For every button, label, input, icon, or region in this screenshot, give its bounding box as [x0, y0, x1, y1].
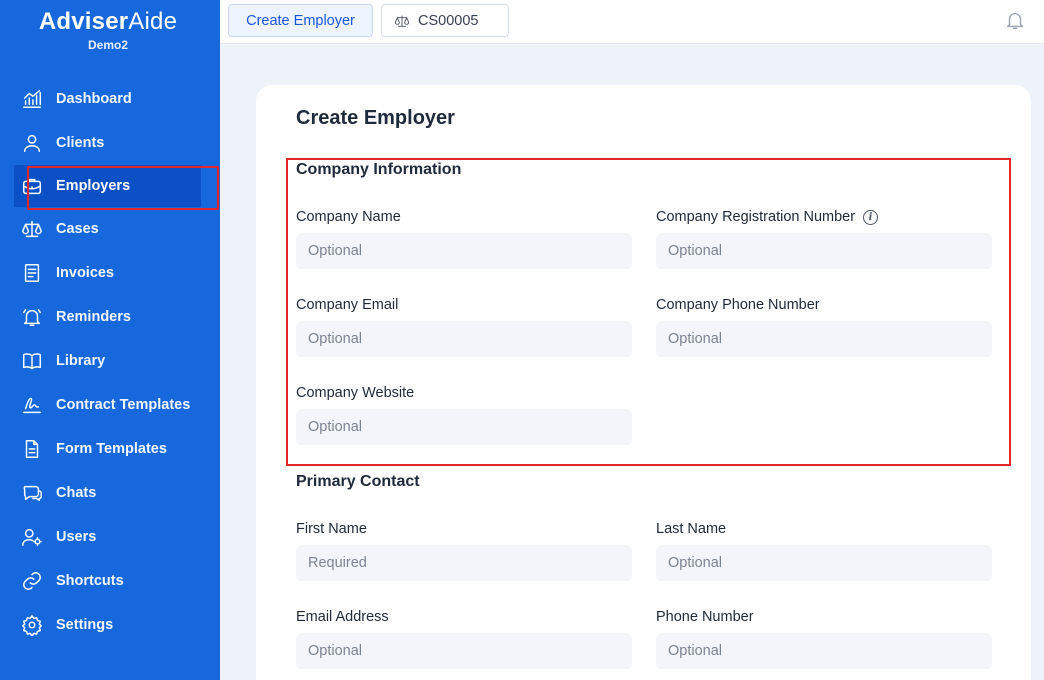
- brand-subtitle: Demo2: [87, 38, 128, 52]
- primary-contact-section-title: Primary Contact: [296, 473, 420, 490]
- phone-number-input[interactable]: [656, 633, 992, 669]
- sidebar-item-label: Shortcuts: [56, 573, 124, 589]
- sidebar-item-employers[interactable]: Employers: [14, 165, 219, 210]
- company-website-input[interactable]: [296, 409, 632, 445]
- briefcase-icon: [20, 174, 44, 198]
- sidebar-item-label: Clients: [56, 135, 105, 151]
- signature-icon: [20, 393, 44, 417]
- sidebar-item-reminders[interactable]: Reminders: [0, 295, 220, 339]
- company-email-input[interactable]: [296, 321, 632, 357]
- first-name-input[interactable]: [296, 545, 632, 581]
- company-section-title: Company Information: [296, 161, 462, 178]
- sidebar-item-users[interactable]: Users: [0, 515, 220, 559]
- phone-number-label: Phone Number: [656, 609, 754, 625]
- sidebar-item-label: Form Templates: [56, 441, 167, 457]
- sidebar-item-settings[interactable]: Settings: [0, 603, 220, 647]
- sidebar-item-cases[interactable]: Cases: [0, 207, 220, 251]
- tab-create-employer[interactable]: Create Employer: [228, 4, 373, 37]
- scales-icon: [20, 217, 44, 241]
- create-employer-card: Create Employer Company Information Comp…: [256, 85, 1031, 680]
- email-address-label: Email Address: [296, 609, 389, 625]
- bell-icon: [20, 305, 44, 329]
- sidebar-item-library[interactable]: Library: [0, 339, 220, 383]
- brand-name: AdviserAide: [38, 8, 178, 35]
- page-title: Create Employer: [296, 107, 455, 129]
- link-icon: [20, 569, 44, 593]
- sidebar-nav: Dashboard Clients Employers Cases Invoic…: [0, 77, 220, 647]
- chart-icon: [20, 87, 44, 111]
- sidebar-item-label: Employers: [56, 178, 131, 194]
- sidebar-item-label: Cases: [56, 221, 99, 237]
- notifications-button[interactable]: [1004, 9, 1028, 33]
- sidebar-item-label: Invoices: [56, 265, 115, 281]
- invoice-icon: [20, 261, 44, 285]
- sidebar-item-label: Settings: [56, 617, 114, 633]
- sidebar-item-invoices[interactable]: Invoices: [0, 251, 220, 295]
- sidebar-item-form-templates[interactable]: Form Templates: [0, 427, 220, 471]
- last-name-label: Last Name: [656, 521, 727, 537]
- sidebar-item-label: Dashboard: [56, 91, 132, 107]
- sidebar-item-contract-templates[interactable]: Contract Templates: [0, 383, 220, 427]
- company-website-label: Company Website: [296, 385, 415, 401]
- tab-label: CS00005: [418, 12, 479, 29]
- sidebar-item-label: Users: [56, 529, 97, 545]
- info-icon[interactable]: i: [863, 209, 879, 225]
- company-registration-input[interactable]: [656, 233, 992, 269]
- company-registration-label: Company Registration Number i: [656, 209, 879, 225]
- scales-icon: [394, 15, 410, 27]
- book-icon: [20, 349, 44, 373]
- user-icon: [20, 131, 44, 155]
- bell-icon: [1006, 12, 1024, 29]
- sidebar-item-label: Contract Templates: [56, 397, 191, 413]
- sidebar-item-label: Reminders: [56, 309, 131, 325]
- first-name-label: First Name: [296, 521, 367, 537]
- gear-icon: [20, 613, 44, 637]
- company-name-label: Company Name: [296, 209, 401, 225]
- chat-icon: [20, 481, 44, 505]
- tab-label: Create Employer: [246, 12, 355, 29]
- users-gear-icon: [20, 525, 44, 549]
- company-phone-label: Company Phone Number: [656, 297, 820, 313]
- brand-logo[interactable]: AdviserAide Demo2: [0, 8, 216, 52]
- sidebar-item-shortcuts[interactable]: Shortcuts: [0, 559, 220, 603]
- company-phone-input[interactable]: [656, 321, 992, 357]
- sidebar: AdviserAide Demo2 Dashboard Clients Empl…: [0, 0, 220, 680]
- company-email-label: Company Email: [296, 297, 399, 313]
- sidebar-item-label: Chats: [56, 485, 97, 501]
- document-icon: [20, 437, 44, 461]
- sidebar-item-dashboard[interactable]: Dashboard: [0, 77, 220, 121]
- email-address-input[interactable]: [296, 633, 632, 669]
- company-name-input[interactable]: [296, 233, 632, 269]
- sidebar-item-chats[interactable]: Chats: [0, 471, 220, 515]
- tab-case[interactable]: CS00005: [381, 4, 509, 37]
- last-name-input[interactable]: [656, 545, 992, 581]
- sidebar-item-label: Library: [56, 353, 106, 369]
- sidebar-item-clients[interactable]: Clients: [0, 121, 220, 165]
- top-bar: Create Employer CS00005: [220, 0, 1044, 44]
